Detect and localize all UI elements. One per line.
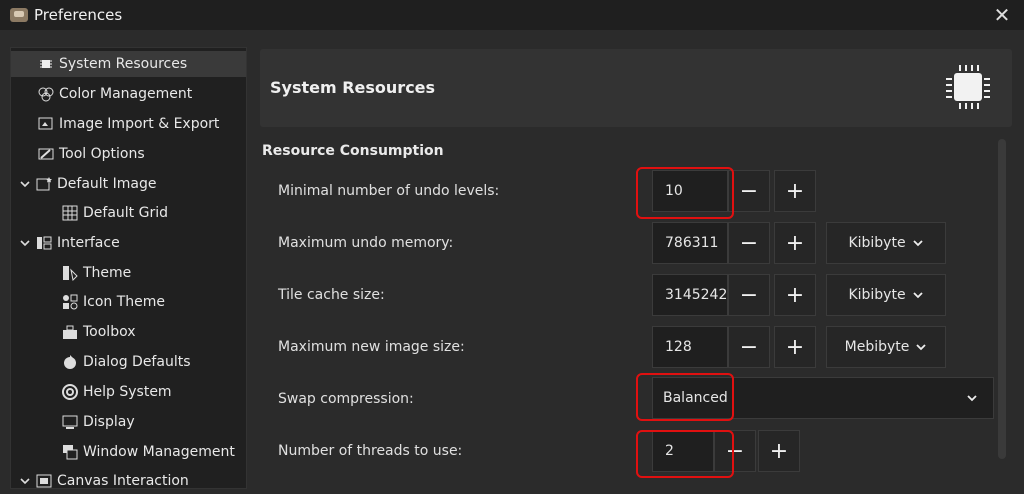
window-title: Preferences bbox=[34, 6, 123, 24]
page-header: System Resources bbox=[260, 49, 1012, 127]
chip-icon bbox=[37, 55, 55, 73]
sidebar-item-canvas-interaction[interactable]: Canvas Interaction bbox=[19, 468, 189, 494]
undo-memory-decrement-button[interactable]: − bbox=[728, 222, 770, 264]
sidebar-item-color-management[interactable]: Color Management bbox=[37, 81, 192, 107]
undo-levels-increment-button[interactable]: + bbox=[774, 170, 816, 212]
title-bar: Preferences ✕ bbox=[0, 0, 1024, 30]
help-lifebuoy-icon bbox=[61, 383, 79, 401]
preferences-sidebar: System Resources Color Management Image … bbox=[10, 47, 247, 489]
sidebar-item-label: Help System bbox=[83, 384, 172, 400]
sidebar-item-label: System Resources bbox=[59, 56, 188, 72]
sidebar-item-default-grid[interactable]: Default Grid bbox=[61, 200, 168, 226]
undo-memory-label: Maximum undo memory: bbox=[278, 235, 454, 251]
toolbox-icon bbox=[61, 323, 79, 341]
sidebar-item-toolbox[interactable]: Toolbox bbox=[61, 319, 136, 345]
tool-options-icon bbox=[37, 145, 55, 163]
sidebar-item-label: Theme bbox=[83, 265, 132, 281]
chevron-down-icon[interactable] bbox=[19, 178, 31, 190]
interface-icon bbox=[35, 234, 53, 252]
chevron-down-icon[interactable] bbox=[19, 237, 31, 249]
section-title: Resource Consumption bbox=[262, 143, 444, 159]
close-icon[interactable]: ✕ bbox=[990, 3, 1014, 27]
threads-label: Number of threads to use: bbox=[278, 443, 463, 459]
sidebar-item-label: Toolbox bbox=[83, 324, 136, 340]
undo-memory-increment-button[interactable]: + bbox=[774, 222, 816, 264]
unit-label: Mebibyte bbox=[844, 339, 910, 355]
tile-cache-increment-button[interactable]: + bbox=[774, 274, 816, 316]
sidebar-item-label: Window Management bbox=[83, 444, 235, 460]
default-image-icon bbox=[35, 175, 53, 193]
sidebar-item-dialog-defaults[interactable]: Dialog Defaults bbox=[61, 349, 191, 375]
chevron-down-icon bbox=[916, 344, 927, 351]
vertical-scrollbar[interactable] bbox=[998, 139, 1006, 459]
sidebar-item-tool-options[interactable]: Tool Options bbox=[37, 141, 145, 167]
sidebar-item-help-system[interactable]: Help System bbox=[61, 379, 172, 405]
tile-cache-label: Tile cache size: bbox=[278, 287, 385, 303]
tile-cache-input[interactable]: 3145242 bbox=[652, 274, 728, 316]
swap-compression-label: Swap compression: bbox=[278, 391, 414, 407]
sidebar-item-display[interactable]: Display bbox=[61, 409, 135, 435]
sidebar-item-label: Dialog Defaults bbox=[83, 354, 191, 370]
sidebar-item-label: Image Import & Export bbox=[59, 116, 220, 132]
window-management-icon bbox=[61, 443, 79, 461]
sidebar-item-system-resources[interactable]: System Resources bbox=[11, 51, 246, 77]
sidebar-item-label: Icon Theme bbox=[83, 294, 166, 310]
tile-cache-unit-select[interactable]: Kibibyte bbox=[826, 274, 946, 316]
max-image-size-unit-select[interactable]: Mebibyte bbox=[826, 326, 946, 368]
max-image-size-input[interactable]: 128 bbox=[652, 326, 728, 368]
undo-memory-input[interactable]: 786311 bbox=[652, 222, 728, 264]
sidebar-item-default-image[interactable]: Default Image bbox=[19, 171, 156, 197]
grid-icon bbox=[61, 204, 79, 222]
sidebar-item-interface[interactable]: Interface bbox=[19, 230, 120, 256]
sidebar-item-image-import-export[interactable]: Image Import & Export bbox=[37, 111, 219, 137]
unit-label: Kibibyte bbox=[848, 235, 906, 251]
undo-memory-unit-select[interactable]: Kibibyte bbox=[826, 222, 946, 264]
display-icon bbox=[61, 413, 79, 431]
highlight-box bbox=[636, 167, 734, 219]
highlight-box bbox=[636, 430, 734, 478]
chevron-down-icon[interactable] bbox=[19, 475, 31, 487]
max-image-size-increment-button[interactable]: + bbox=[774, 326, 816, 368]
canvas-icon bbox=[35, 472, 53, 490]
theme-icon bbox=[61, 264, 79, 282]
sidebar-item-label: Default Grid bbox=[83, 205, 168, 221]
chevron-down-icon bbox=[912, 240, 923, 247]
icon-theme-icon bbox=[61, 293, 79, 311]
chevron-down-icon bbox=[912, 292, 923, 299]
sidebar-item-theme[interactable]: Theme bbox=[61, 260, 131, 286]
swap-compression-dropdown-button[interactable] bbox=[951, 378, 993, 418]
max-image-size-label: Maximum new image size: bbox=[278, 339, 465, 355]
sidebar-item-window-management[interactable]: Window Management bbox=[61, 439, 235, 465]
gimp-app-icon bbox=[10, 8, 28, 22]
sidebar-item-label: Display bbox=[83, 414, 135, 430]
unit-label: Kibibyte bbox=[848, 287, 906, 303]
sidebar-item-label: Tool Options bbox=[59, 146, 145, 162]
page-title: System Resources bbox=[270, 78, 436, 97]
sidebar-item-icon-theme[interactable]: Icon Theme bbox=[61, 289, 165, 315]
threads-increment-button[interactable]: + bbox=[758, 430, 800, 472]
color-circles-icon bbox=[37, 85, 55, 103]
sidebar-item-label: Interface bbox=[57, 235, 120, 251]
image-import-icon bbox=[37, 115, 55, 133]
dialog-defaults-icon bbox=[61, 353, 79, 371]
chip-icon bbox=[946, 65, 990, 109]
highlight-box bbox=[636, 373, 734, 421]
chevron-down-icon bbox=[967, 395, 977, 402]
max-image-size-decrement-button[interactable]: − bbox=[728, 326, 770, 368]
tile-cache-decrement-button[interactable]: − bbox=[728, 274, 770, 316]
undo-levels-decrement-button[interactable]: − bbox=[728, 170, 770, 212]
preferences-main-panel: System Resources Resource Consumption Mi… bbox=[250, 47, 1024, 487]
undo-levels-label: Minimal number of undo levels: bbox=[278, 183, 500, 199]
sidebar-item-label: Default Image bbox=[57, 176, 157, 192]
sidebar-item-label: Color Management bbox=[59, 86, 193, 102]
